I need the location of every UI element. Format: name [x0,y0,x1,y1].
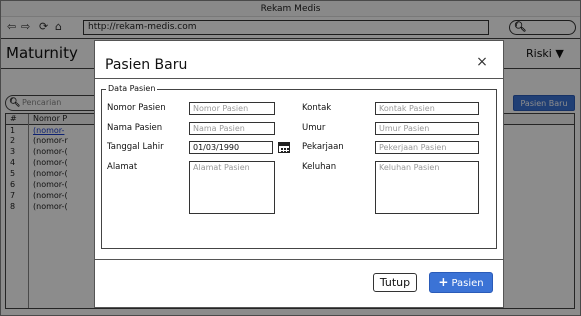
label-pekerjaan: Pekarjaan [302,142,344,152]
umur-field[interactable] [375,122,479,135]
label-nomor-pasien: Nomor Pasien [107,103,166,113]
divider [95,259,503,260]
label-umur: Umur [302,123,326,133]
calendar-icon[interactable] [278,142,290,153]
tanggal-lahir-field[interactable] [189,141,273,154]
label-alamat: Alamat [107,162,138,172]
label-keluhan: Keluhan [302,162,337,172]
kontak-field[interactable] [375,102,479,115]
pekerjaan-field[interactable] [375,141,479,154]
keluhan-field[interactable] [375,161,479,214]
plus-icon: + [438,275,449,289]
dialog-title: Pasien Baru [105,57,188,73]
add-patient-label: Pasien [451,278,484,289]
nomor-pasien-field[interactable] [189,102,275,115]
nama-pasien-field[interactable] [189,122,275,135]
label-tanggal-lahir: Tanggal Lahir [107,142,164,152]
label-kontak: Kontak [302,103,332,113]
fieldset-legend: Data Pasien [106,84,158,94]
divider [95,78,503,79]
close-button[interactable]: Tutup [373,273,417,292]
label-nama-pasien: Nama Pasien [107,123,163,133]
new-patient-dialog: Pasien Baru × Data Pasien Nomor Pasien N… [94,40,504,308]
alamat-field[interactable] [189,161,275,214]
close-icon[interactable]: × [473,53,491,71]
add-patient-button[interactable]: + Pasien [429,272,493,293]
